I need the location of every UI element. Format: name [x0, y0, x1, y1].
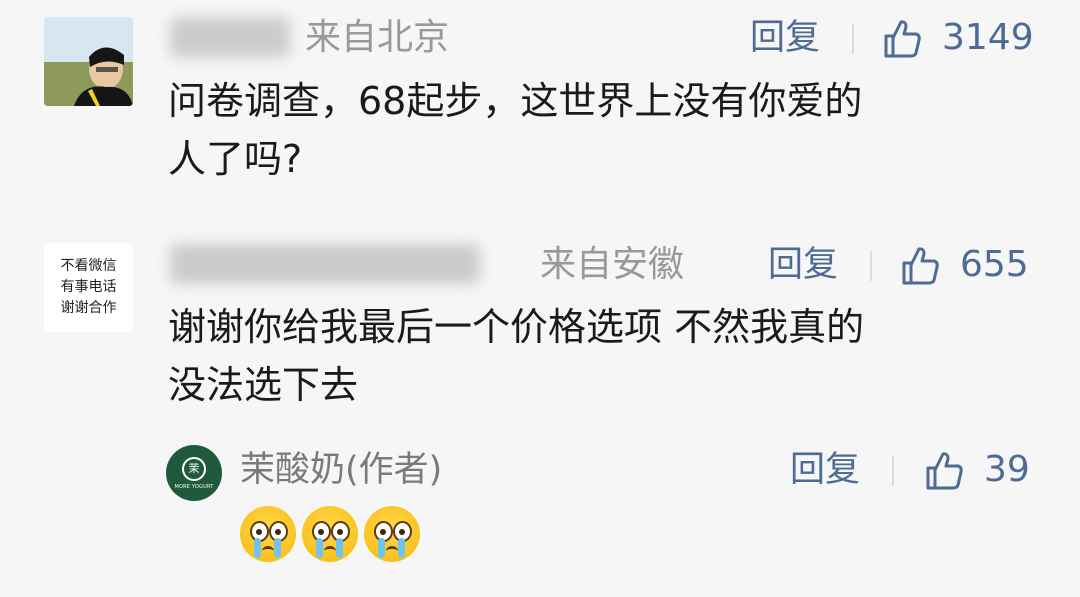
author-name[interactable]: 茉酸奶(作者): [240, 450, 442, 490]
username-blurred[interactable]: [170, 17, 290, 57]
thumbs-up-icon[interactable]: [898, 243, 942, 287]
location-label: 来自北京: [305, 17, 450, 58]
thumbs-up-icon[interactable]: [880, 16, 924, 60]
reply-button[interactable]: 回复: [750, 18, 820, 58]
like-count: 3149: [942, 17, 1034, 58]
logo-text: MORE YOGURT: [174, 483, 214, 490]
divider: [892, 456, 894, 486]
crying-face-icon: [302, 506, 358, 562]
comment-text-line: 人了吗?: [168, 137, 303, 181]
divider: [870, 251, 872, 281]
crying-face-icon: [240, 506, 296, 562]
comment-text: 谢谢你给我最后一个价格选项 不然我真的 没法选下去: [168, 298, 1048, 414]
avatar-text-line: 不看微信: [60, 258, 117, 274]
comment-text-line: 谢谢你给我最后一个价格选项 不然我真的: [168, 305, 865, 349]
divider: [852, 24, 854, 54]
like-count: 39: [984, 449, 1030, 490]
comment-text-line: 没法选下去: [168, 363, 359, 407]
like-count: 655: [960, 244, 1029, 285]
thumbs-up-icon[interactable]: [922, 448, 966, 492]
location-label: 来自安徽: [540, 244, 685, 285]
username-blurred[interactable]: [170, 244, 480, 284]
avatar-text-line: 谢谢合作: [60, 300, 117, 316]
comment-text-line: 问卷调查，68起步，这世界上没有你爱的: [168, 79, 863, 123]
author-avatar-logo[interactable]: 茉 MORE YOGURT: [166, 445, 222, 501]
crying-face-icon: [364, 506, 420, 562]
comment-text: 问卷调查，68起步，这世界上没有你爱的 人了吗?: [168, 72, 1048, 188]
user-avatar-photo[interactable]: [44, 17, 133, 106]
avatar-portrait-icon: [44, 17, 133, 106]
user-avatar-text[interactable]: 不看微信 有事电话 谢谢合作: [44, 243, 133, 332]
reply-button[interactable]: 回复: [768, 245, 838, 285]
reply-button[interactable]: 回复: [790, 450, 860, 490]
logo-mark: 茉: [182, 456, 206, 481]
avatar-text-line: 有事电话: [60, 279, 117, 295]
